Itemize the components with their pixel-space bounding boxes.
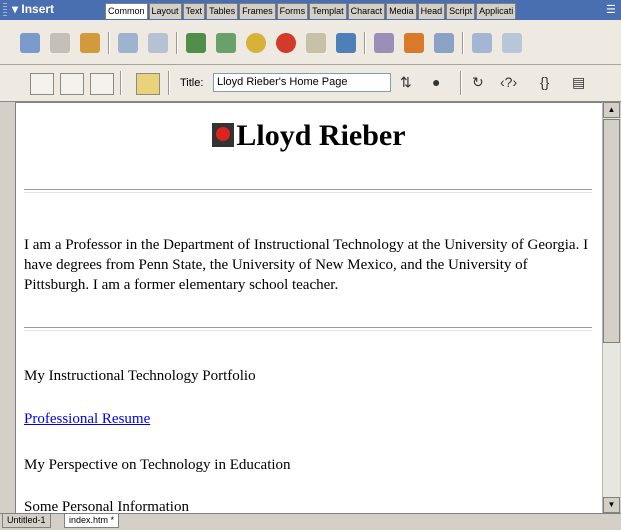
separator xyxy=(168,71,170,95)
insert-icon-row xyxy=(0,20,621,65)
preview-in-browser-icon[interactable]: ● xyxy=(432,74,440,90)
tab-script[interactable]: Script xyxy=(446,3,476,19)
file-management-icon[interactable]: ⇅ xyxy=(400,74,412,91)
tab-common[interactable]: Common xyxy=(105,3,148,19)
comment-icon[interactable] xyxy=(472,33,492,53)
horizontal-rule xyxy=(24,327,592,331)
tab-application[interactable]: Applicati xyxy=(476,3,517,19)
portrait-image[interactable] xyxy=(212,123,235,147)
tab-untitled-1[interactable]: Untitled-1 xyxy=(2,514,51,528)
insert-tabs: Common Layout Text Tables Frames Forms T… xyxy=(105,3,517,20)
heading-text: Lloyd Rieber xyxy=(236,119,406,152)
resume-link[interactable]: Professional Resume xyxy=(24,411,150,428)
code-navigation-icon[interactable]: ‹?› xyxy=(500,74,517,90)
refresh-icon[interactable]: ↻ xyxy=(472,74,484,91)
visual-aids-icon[interactable]: ▤ xyxy=(572,74,585,91)
document-toolbar: Title: Lloyd Rieber's Home Page ⇅ ● ↻ ‹?… xyxy=(0,65,621,102)
fireworks-icon[interactable] xyxy=(246,33,266,53)
flash-icon[interactable] xyxy=(276,33,296,53)
title-input[interactable]: Lloyd Rieber's Home Page xyxy=(213,73,391,92)
scroll-thumb[interactable] xyxy=(603,119,620,343)
perspective-text: My Perspective on Technology in Educatio… xyxy=(24,457,291,473)
tag-chooser-icon[interactable] xyxy=(502,33,522,53)
hyperlink-icon[interactable] xyxy=(20,33,40,53)
layer-icon[interactable] xyxy=(148,33,168,53)
image-placeholder-icon[interactable] xyxy=(216,33,236,53)
scroll-up-arrow-icon[interactable]: ▲ xyxy=(603,102,620,118)
insert-bar-title[interactable]: ▾ Insert xyxy=(12,2,54,16)
tab-layout[interactable]: Layout xyxy=(148,3,182,19)
tab-templates[interactable]: Templat xyxy=(309,3,347,19)
design-view[interactable]: Lloyd Rieber I am a Professor in the Dep… xyxy=(15,102,602,514)
tab-media[interactable]: Media xyxy=(386,3,417,19)
grip-handle[interactable] xyxy=(3,3,7,17)
personal-info-text: Some Personal Information xyxy=(24,499,189,514)
portfolio-text: My Instructional Technology Portfolio xyxy=(24,368,256,384)
view-options-icon[interactable]: {} xyxy=(540,74,549,90)
split-view-button[interactable] xyxy=(60,73,84,95)
options-menu-icon[interactable]: ☰ xyxy=(606,4,618,16)
horizontal-rule-icon[interactable] xyxy=(374,33,394,53)
navigation-bar-icon[interactable] xyxy=(336,33,356,53)
page-heading: Lloyd Rieber xyxy=(16,119,602,153)
intro-paragraph: I am a Professor in the Department of In… xyxy=(24,237,589,293)
tab-head[interactable]: Head xyxy=(417,3,446,19)
tabular-data-icon[interactable] xyxy=(434,33,454,53)
code-view-button[interactable] xyxy=(30,73,54,95)
table-icon[interactable] xyxy=(118,33,138,53)
image-icon[interactable] xyxy=(186,33,206,53)
scroll-down-arrow-icon[interactable]: ▼ xyxy=(603,497,620,513)
date-icon[interactable] xyxy=(404,33,424,53)
title-label: Title: xyxy=(180,77,204,89)
live-data-button[interactable] xyxy=(136,73,160,95)
tab-text[interactable]: Text xyxy=(182,3,206,19)
email-link-icon[interactable] xyxy=(50,33,70,53)
separator xyxy=(108,32,110,54)
tab-index-htm[interactable]: index.htm * xyxy=(64,514,120,528)
separator xyxy=(462,32,464,54)
tab-forms[interactable]: Forms xyxy=(276,3,309,19)
insert-bar: ▾ Insert Common Layout Text Tables Frame… xyxy=(0,0,621,20)
separator xyxy=(364,32,366,54)
rollover-image-icon[interactable] xyxy=(306,33,326,53)
design-view-button[interactable] xyxy=(90,73,114,95)
separator xyxy=(120,71,122,95)
separator xyxy=(176,32,178,54)
tab-characters[interactable]: Charact xyxy=(347,3,386,19)
horizontal-rule xyxy=(24,189,592,193)
named-anchor-icon[interactable] xyxy=(80,33,100,53)
separator xyxy=(460,71,462,95)
vertical-scrollbar[interactable]: ▲ ▼ xyxy=(602,102,620,513)
tab-tables[interactable]: Tables xyxy=(206,3,239,19)
document-tab-bar: Untitled-1 index.htm * xyxy=(0,513,621,530)
tab-frames[interactable]: Frames xyxy=(239,3,276,19)
